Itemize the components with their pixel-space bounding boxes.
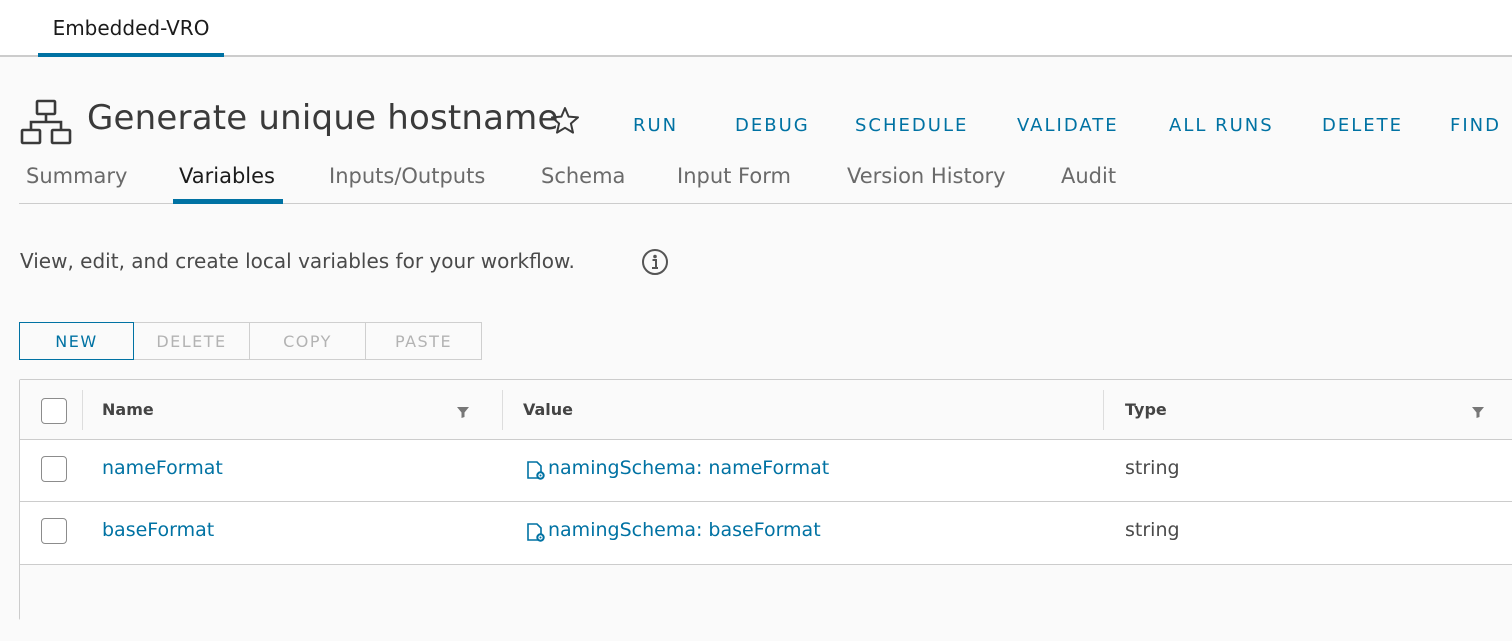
run-action[interactable]: RUN xyxy=(633,115,678,136)
delete-button[interactable]: DELETE xyxy=(134,322,250,360)
tab-variables[interactable]: Variables xyxy=(179,164,275,204)
table-row[interactable]: baseFormat namingSchema: baseFormat stri… xyxy=(20,502,1512,564)
tab-version-history[interactable]: Version History xyxy=(847,164,1006,204)
workflow-icon xyxy=(20,99,72,145)
row-checkbox[interactable] xyxy=(41,518,67,544)
validate-action[interactable]: VALIDATE xyxy=(1017,115,1119,136)
select-all-checkbox[interactable] xyxy=(41,398,67,424)
info-icon[interactable] xyxy=(641,248,669,276)
copy-button[interactable]: COPY xyxy=(250,322,366,360)
configuration-binding-icon xyxy=(527,523,545,542)
configuration-binding-icon xyxy=(527,461,545,480)
tab-input-form[interactable]: Input Form xyxy=(677,164,791,204)
tab-inputs-outputs[interactable]: Inputs/Outputs xyxy=(329,164,485,204)
type-filter-icon[interactable] xyxy=(1470,404,1486,420)
all-runs-action[interactable]: ALL RUNS xyxy=(1169,115,1274,136)
variables-toolbar: NEW DELETE COPY PASTE xyxy=(19,322,482,360)
column-separator[interactable] xyxy=(1103,390,1104,430)
top-header: Embedded-VRO xyxy=(0,0,1512,57)
active-tab-indicator xyxy=(173,199,283,204)
name-filter-icon[interactable] xyxy=(455,404,471,420)
tab-audit[interactable]: Audit xyxy=(1061,164,1116,204)
workflow-title: Generate unique hostname xyxy=(87,98,559,138)
column-header-value[interactable]: Value xyxy=(523,400,573,419)
table-footer xyxy=(20,564,1512,621)
column-separator[interactable] xyxy=(502,390,503,430)
page-description: View, edit, and create local variables f… xyxy=(20,249,575,273)
variable-name-link[interactable]: baseFormat xyxy=(102,519,214,541)
column-header-type[interactable]: Type xyxy=(1125,400,1167,419)
table-header: Name Value Type xyxy=(20,380,1512,440)
column-separator xyxy=(82,390,83,430)
find-action[interactable]: FIND xyxy=(1450,115,1501,136)
column-header-name[interactable]: Name xyxy=(102,400,154,419)
variable-type: string xyxy=(1125,457,1180,479)
variable-value-link[interactable]: namingSchema: nameFormat xyxy=(548,457,829,479)
variable-type: string xyxy=(1125,519,1180,541)
tab-summary[interactable]: Summary xyxy=(26,164,127,204)
variable-name-link[interactable]: nameFormat xyxy=(102,457,223,479)
top-tab-embedded-vro[interactable]: Embedded-VRO xyxy=(38,0,224,57)
row-checkbox[interactable] xyxy=(41,456,67,482)
paste-button[interactable]: PASTE xyxy=(366,322,482,360)
table-row[interactable]: nameFormat namingSchema: nameFormat stri… xyxy=(20,440,1512,502)
debug-action[interactable]: DEBUG xyxy=(735,115,810,136)
variables-table: Name Value Type nameFormat namingSchema:… xyxy=(19,379,1512,621)
tab-schema[interactable]: Schema xyxy=(541,164,625,204)
new-button[interactable]: NEW xyxy=(19,322,134,360)
star-icon[interactable] xyxy=(549,105,581,137)
variable-value-link[interactable]: namingSchema: baseFormat xyxy=(548,519,821,541)
schedule-action[interactable]: SCHEDULE xyxy=(855,115,968,136)
delete-action[interactable]: DELETE xyxy=(1322,115,1403,136)
